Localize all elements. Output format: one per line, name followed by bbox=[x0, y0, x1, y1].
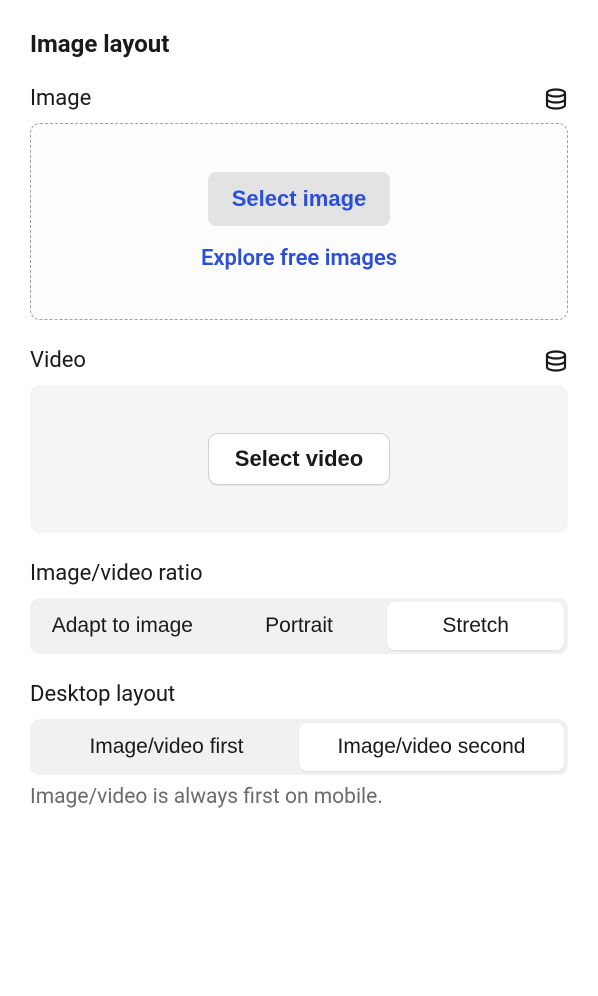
layout-segmented: Image/video first Image/video second bbox=[30, 719, 568, 775]
video-dropzone[interactable]: Select video bbox=[30, 385, 568, 533]
layout-field: Desktop layout Image/video first Image/v… bbox=[30, 682, 568, 809]
layout-option-second[interactable]: Image/video second bbox=[299, 723, 564, 771]
layout-option-first[interactable]: Image/video first bbox=[34, 723, 299, 771]
image-label: Image bbox=[30, 86, 91, 111]
section-title: Image layout bbox=[30, 30, 568, 58]
image-field: Image Select image Explore free images bbox=[30, 86, 568, 320]
video-label: Video bbox=[30, 348, 86, 373]
explore-free-images-link[interactable]: Explore free images bbox=[201, 246, 397, 271]
layout-label: Desktop layout bbox=[30, 682, 175, 707]
layout-helper-text: Image/video is always first on mobile. bbox=[30, 785, 568, 809]
image-dropzone[interactable]: Select image Explore free images bbox=[30, 123, 568, 320]
ratio-label: Image/video ratio bbox=[30, 561, 203, 586]
ratio-option-stretch[interactable]: Stretch bbox=[387, 602, 564, 650]
ratio-field: Image/video ratio Adapt to image Portrai… bbox=[30, 561, 568, 654]
ratio-segmented: Adapt to image Portrait Stretch bbox=[30, 598, 568, 654]
select-image-button[interactable]: Select image bbox=[208, 172, 391, 226]
select-video-button[interactable]: Select video bbox=[208, 433, 390, 485]
video-field: Video Select video bbox=[30, 348, 568, 533]
database-icon[interactable] bbox=[544, 350, 568, 372]
ratio-option-adapt[interactable]: Adapt to image bbox=[34, 602, 211, 650]
database-icon[interactable] bbox=[544, 88, 568, 110]
ratio-option-portrait[interactable]: Portrait bbox=[211, 602, 388, 650]
